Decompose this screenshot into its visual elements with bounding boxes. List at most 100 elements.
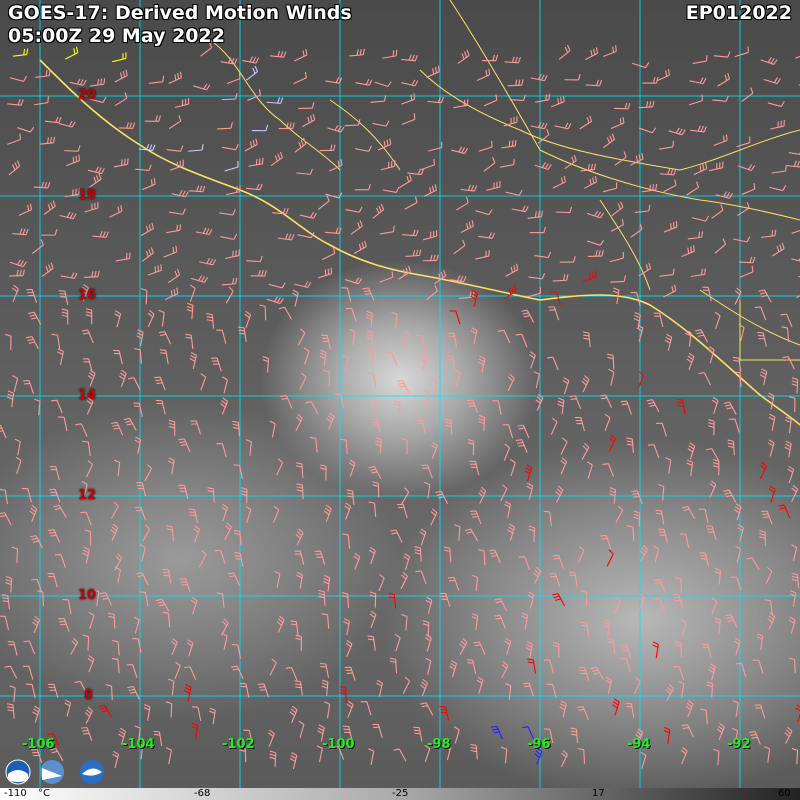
wind-barb	[736, 136, 751, 148]
wind-barb	[165, 747, 172, 765]
wind-barb	[155, 399, 166, 415]
wind-barb	[25, 336, 39, 350]
wind-barb	[483, 157, 496, 172]
wind-barb	[344, 277, 363, 285]
wind-barb	[759, 530, 766, 547]
wind-barb	[0, 489, 8, 505]
wind-barb	[186, 639, 194, 657]
wind-barb	[221, 376, 228, 394]
wind-barb	[768, 413, 776, 431]
wind-barb	[570, 727, 579, 744]
wind-barb	[449, 310, 461, 325]
wind-barb	[620, 644, 632, 659]
wind-barb	[285, 666, 298, 681]
wind-barb	[5, 576, 13, 593]
wind-barb	[7, 641, 18, 656]
wind-barb	[470, 327, 478, 345]
wind-barb	[142, 524, 151, 542]
wind-barb	[749, 731, 761, 745]
wind-barb	[733, 637, 741, 655]
wind-barb	[552, 175, 566, 189]
wind-barb	[578, 666, 590, 682]
wind-barb	[81, 727, 93, 741]
wind-barb	[378, 574, 385, 592]
wind-barb	[385, 351, 398, 366]
wind-barb	[614, 102, 631, 110]
wind-barb	[193, 525, 201, 543]
wind-barb	[557, 397, 565, 415]
wind-barb	[689, 77, 707, 85]
wind-barb	[788, 657, 796, 674]
wind-barb	[167, 268, 181, 284]
wind-barb	[401, 54, 418, 62]
wind-barb	[147, 309, 155, 328]
wind-barb	[698, 372, 712, 386]
wind-barb	[69, 78, 87, 86]
wind-barb	[562, 376, 570, 395]
wind-barb	[112, 750, 120, 768]
wind-barb	[214, 549, 226, 564]
wind-barb	[58, 120, 76, 128]
wind-barb	[348, 328, 356, 346]
wind-barb	[460, 184, 478, 192]
wind-barb	[323, 574, 331, 592]
wind-barb	[784, 726, 793, 744]
wind-barb	[558, 44, 571, 60]
wind-barb	[581, 442, 590, 460]
wind-barb	[367, 372, 377, 388]
colorbar-label-min: -110	[4, 788, 27, 799]
wind-barb	[457, 49, 470, 65]
wind-barb	[664, 333, 673, 351]
wind-barb	[586, 210, 605, 219]
wind-barb	[550, 417, 558, 435]
wind-barb	[535, 93, 551, 103]
wind-barb	[712, 95, 729, 102]
wind-barb	[791, 544, 798, 562]
wind-barb	[340, 438, 348, 455]
wind-barb	[405, 249, 422, 257]
wind-barb	[725, 614, 738, 628]
wind-barb	[422, 230, 438, 241]
wind-barb	[168, 208, 186, 215]
wind-barb	[393, 748, 407, 762]
wind-barb	[189, 351, 197, 370]
wind-barb	[439, 705, 450, 721]
wind-barb	[321, 334, 331, 350]
wind-barb	[577, 706, 589, 720]
wind-barb	[521, 612, 529, 630]
wind-barb	[401, 79, 419, 87]
wind-barb	[382, 186, 400, 193]
wind-barb	[449, 660, 458, 678]
wind-barb	[345, 639, 353, 658]
wind-barb	[346, 489, 355, 505]
wind-barb	[188, 185, 206, 193]
wind-barb	[216, 329, 227, 344]
wind-barb	[529, 226, 546, 234]
wind-barb	[739, 265, 754, 278]
wind-barb	[251, 124, 269, 132]
wind-barb	[577, 747, 586, 764]
wind-barb	[655, 509, 665, 525]
wind-barb	[319, 662, 330, 678]
wind-barb	[420, 702, 434, 716]
wind-barb	[298, 102, 315, 109]
wind-barb	[59, 211, 77, 220]
wind-barb	[280, 395, 293, 409]
wind-barb	[141, 178, 156, 191]
wind-barb	[450, 146, 469, 154]
wind-barb	[296, 483, 304, 500]
wind-barb	[234, 552, 244, 568]
wind-barb	[448, 576, 460, 591]
wind-barb	[33, 96, 49, 106]
wind-barb	[362, 287, 375, 302]
wind-barb	[221, 632, 228, 650]
wind-barb	[339, 685, 347, 702]
wind-barb	[712, 458, 720, 476]
wind-barb	[656, 422, 667, 437]
wind-barb	[87, 655, 95, 673]
wind-barb	[33, 181, 51, 189]
wind-barb	[402, 676, 411, 694]
wind-barb	[158, 331, 172, 345]
wind-barb	[686, 459, 694, 477]
wind-barb	[290, 620, 299, 636]
